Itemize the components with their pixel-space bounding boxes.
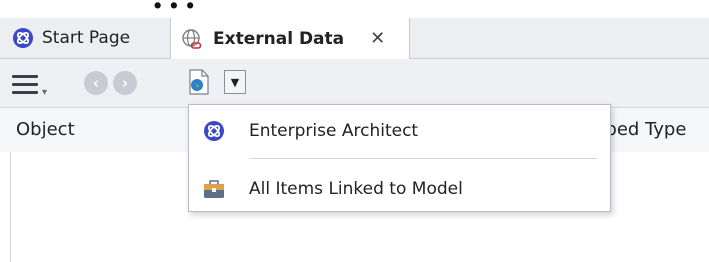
- tab-label: Start Page: [42, 28, 131, 48]
- hamburger-icon[interactable]: [12, 75, 38, 99]
- source-dropdown-button[interactable]: ▼: [224, 70, 246, 94]
- briefcase-icon: [204, 180, 224, 198]
- forward-arrow-icon[interactable]: ›: [113, 71, 137, 95]
- tab-label: External Data: [213, 28, 345, 49]
- menu-item-enterprise-architect[interactable]: Enterprise Architect: [189, 107, 610, 155]
- menu-separator: [249, 158, 597, 159]
- back-arrow-icon[interactable]: ‹: [84, 71, 108, 95]
- tab-external-data[interactable]: External Data ✕: [170, 18, 410, 59]
- menu-dropdown-indicator[interactable]: ▾: [42, 87, 47, 98]
- ea-logo-icon: [204, 121, 224, 141]
- column-header-object[interactable]: Object: [16, 119, 75, 140]
- tab-bar: Start Page External Data ✕: [0, 18, 709, 59]
- toolbar: ▾ ‹ › ▼: [0, 59, 709, 107]
- cropped-header-text: ...: [150, 0, 199, 20]
- panel-border: [10, 152, 11, 262]
- source-dropdown-menu: Enterprise Architect All Items Linked to…: [188, 104, 611, 212]
- menu-item-label: All Items Linked to Model: [249, 179, 463, 199]
- menu-item-label: Enterprise Architect: [249, 121, 419, 141]
- close-icon[interactable]: ✕: [370, 28, 385, 49]
- ea-logo-icon: [13, 28, 33, 48]
- globe-link-icon: [182, 28, 202, 49]
- document-globe-icon[interactable]: [188, 69, 210, 95]
- menu-item-all-items-linked[interactable]: All Items Linked to Model: [189, 165, 610, 213]
- tab-start-page[interactable]: Start Page: [12, 18, 169, 58]
